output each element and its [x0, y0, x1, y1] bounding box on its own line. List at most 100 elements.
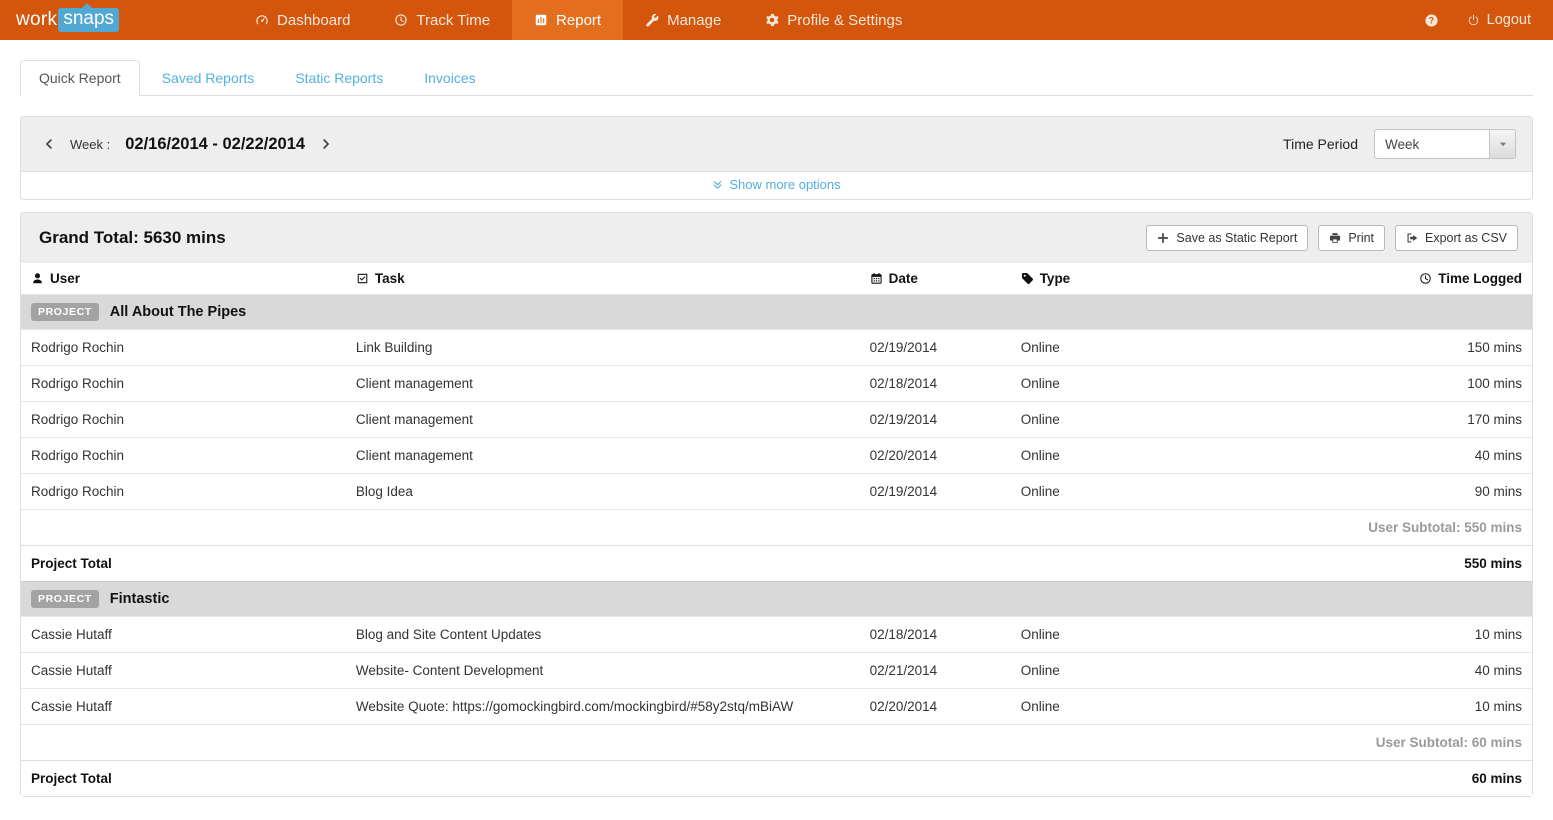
button-label: Print	[1348, 231, 1374, 245]
clock-icon	[1419, 272, 1432, 285]
time-period-select[interactable]: Week	[1374, 129, 1516, 159]
week-navigator: Week : 02/16/2014 - 02/22/2014	[37, 135, 334, 154]
project-badge: PROJECT	[31, 303, 99, 321]
previous-week-button[interactable]	[41, 137, 55, 151]
tag-icon	[1021, 272, 1034, 285]
cell-task: Link Building	[346, 330, 860, 366]
cell-time-logged: 90 mins	[1305, 474, 1532, 510]
cell-task: Blog and Site Content Updates	[346, 617, 860, 653]
report-tabs: Quick ReportSaved ReportsStatic ReportsI…	[20, 60, 1533, 96]
export-icon	[1406, 232, 1418, 244]
time-period-group: Time Period Week	[1283, 129, 1516, 159]
print-button[interactable]: Print	[1318, 225, 1385, 251]
cell-date: 02/18/2014	[860, 366, 1011, 402]
project-header-cell: PROJECT All About The Pipes	[21, 295, 1532, 330]
week-range: 02/16/2014 - 02/22/2014	[125, 135, 305, 154]
table-row: Rodrigo RochinLink Building02/19/2014Onl…	[21, 330, 1532, 366]
nav-item-report[interactable]: Report	[512, 0, 623, 40]
cell-type: Online	[1011, 617, 1306, 653]
tab-invoices[interactable]: Invoices	[405, 60, 494, 96]
cell-date: 02/19/2014	[860, 474, 1011, 510]
nav-item-dashboard[interactable]: Dashboard	[233, 0, 372, 40]
logo-text-work: work	[16, 9, 57, 31]
cell-task: Client management	[346, 402, 860, 438]
project-header-row: PROJECTFintastic	[21, 582, 1532, 617]
column-header-user: User	[21, 263, 346, 295]
cell-user: Rodrigo Rochin	[21, 474, 346, 510]
column-header-label: Type	[1040, 271, 1071, 286]
table-row: Rodrigo RochinClient management02/20/201…	[21, 438, 1532, 474]
tab-saved-reports[interactable]: Saved Reports	[143, 60, 274, 96]
nav-item-profile-settings[interactable]: Profile & Settings	[743, 0, 924, 40]
project-total-label: Project Total	[21, 546, 1305, 582]
cell-task: Website Quote: https://gomockingbird.com…	[346, 689, 860, 725]
project-header-cell: PROJECTFintastic	[21, 582, 1532, 617]
nav-item-label: Dashboard	[277, 12, 350, 29]
next-week-button[interactable]	[320, 137, 334, 151]
cell-type: Online	[1011, 366, 1306, 402]
chart-icon	[534, 13, 548, 27]
cell-type: Online	[1011, 402, 1306, 438]
cell-time-logged: 150 mins	[1305, 330, 1532, 366]
cell-task: Blog Idea	[346, 474, 860, 510]
double-chevron-down-icon	[712, 179, 723, 190]
cell-time-logged: 10 mins	[1305, 617, 1532, 653]
nav-item-label: Profile & Settings	[787, 12, 902, 29]
plus-icon	[1157, 232, 1169, 244]
printer-icon	[1329, 232, 1341, 244]
report-toolbar: Save as Static Report Print Export as CSV	[1146, 225, 1518, 251]
table-row: Rodrigo RochinBlog Idea02/19/2014Online9…	[21, 474, 1532, 510]
logout-label: Logout	[1487, 12, 1531, 28]
calendar-icon	[870, 272, 883, 285]
project-name: All About The Pipes	[110, 304, 246, 320]
column-header-time-logged: Time Logged	[1305, 263, 1532, 295]
table-row: Rodrigo RochinClient management02/18/201…	[21, 366, 1532, 402]
column-header-label: Time Logged	[1438, 271, 1522, 286]
cell-time-logged: 10 mins	[1305, 689, 1532, 725]
project-total-row: Project Total60 mins	[21, 761, 1532, 797]
save-as-static-report-button[interactable]: Save as Static Report	[1146, 225, 1308, 251]
cell-time-logged: 40 mins	[1305, 438, 1532, 474]
cell-date: 02/20/2014	[860, 438, 1011, 474]
cell-type: Online	[1011, 438, 1306, 474]
wrench-icon	[645, 13, 659, 27]
table-row: Cassie HutaffWebsite Quote: https://gomo…	[21, 689, 1532, 725]
logout-button[interactable]: Logout	[1467, 12, 1531, 28]
column-header-date: Date	[860, 263, 1011, 295]
user-subtotal-row: User Subtotal: 60 mins	[21, 725, 1532, 761]
cell-type: Online	[1011, 653, 1306, 689]
table-header-row: User Task Date Type Time Logged	[21, 263, 1532, 295]
header-cell: Date	[870, 271, 1001, 286]
export-as-csv-button[interactable]: Export as CSV	[1395, 225, 1518, 251]
user-icon	[31, 272, 44, 285]
button-label: Export as CSV	[1425, 231, 1507, 245]
time-period-label: Time Period	[1283, 136, 1358, 152]
cell-user: Rodrigo Rochin	[21, 402, 346, 438]
button-label: Save as Static Report	[1176, 231, 1297, 245]
project-header-row: PROJECT All About The Pipes	[21, 295, 1532, 330]
cell-user: Cassie Hutaff	[21, 689, 346, 725]
help-icon[interactable]: ?	[1424, 13, 1439, 28]
cell-task: Client management	[346, 366, 860, 402]
nav-item-manage[interactable]: Manage	[623, 0, 743, 40]
show-more-bar: Show more options	[21, 171, 1532, 199]
show-more-options-link[interactable]: Show more options	[712, 177, 840, 192]
tab-quick-report[interactable]: Quick Report	[20, 60, 140, 96]
report-header: Grand Total: 5630 mins Save as Static Re…	[21, 213, 1532, 263]
header-cell: Time Logged	[1315, 271, 1522, 286]
week-selector-bar: Week : 02/16/2014 - 02/22/2014 Time Peri…	[21, 117, 1532, 171]
navbar-right: ? Logout	[1424, 0, 1553, 40]
grand-total: Grand Total: 5630 mins	[35, 228, 226, 248]
table-row: Rodrigo RochinClient management02/19/201…	[21, 402, 1532, 438]
header-cell: Type	[1021, 271, 1296, 286]
user-subtotal-cell: User Subtotal: 550 mins	[21, 510, 1532, 546]
column-header-task: Task	[346, 263, 860, 295]
worksnaps-logo[interactable]: work snaps	[0, 0, 135, 40]
tab-static-reports[interactable]: Static Reports	[276, 60, 402, 96]
cell-time-logged: 170 mins	[1305, 402, 1532, 438]
nav-item-track-time[interactable]: Track Time	[372, 0, 512, 40]
cell-user: Rodrigo Rochin	[21, 330, 346, 366]
cell-date: 02/19/2014	[860, 402, 1011, 438]
report-table: User Task Date Type Time Logged PROJECT All A…	[21, 263, 1532, 796]
header-cell: Task	[356, 271, 850, 286]
